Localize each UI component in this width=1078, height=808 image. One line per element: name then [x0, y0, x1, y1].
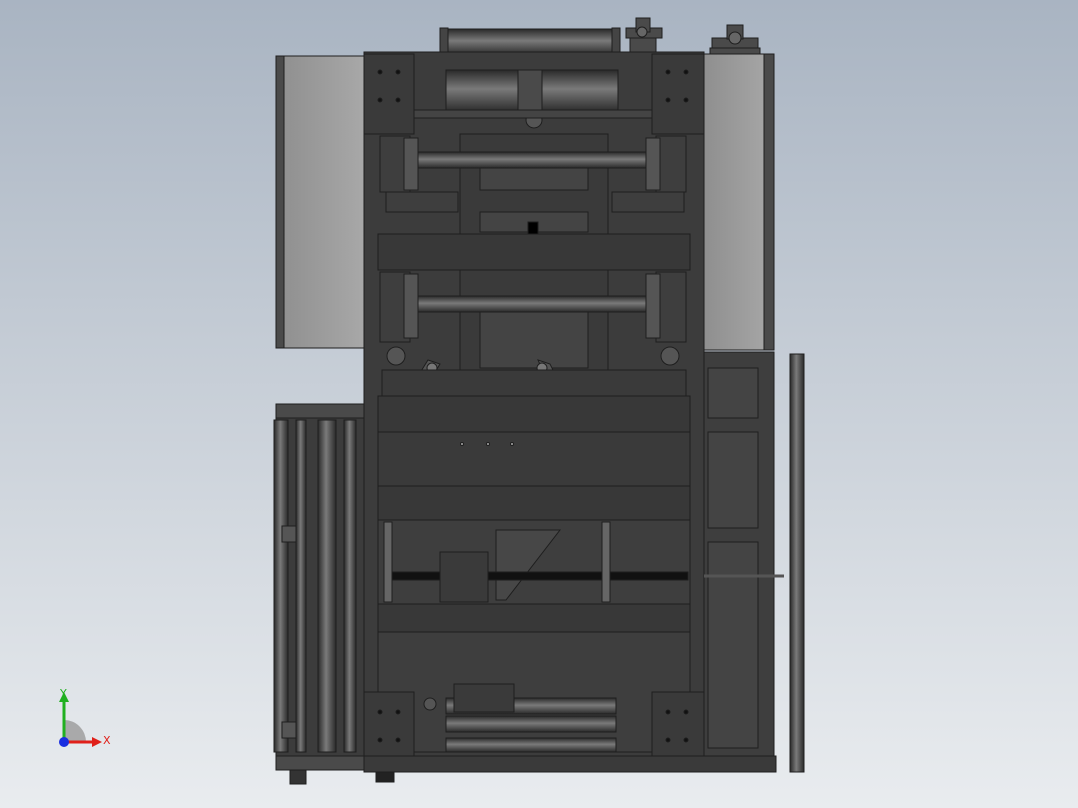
top-roller[interactable]: [443, 28, 617, 56]
corner-plate-top-right: [651, 53, 705, 135]
left-vertical-roller-3[interactable]: [317, 419, 337, 753]
bottom-motor[interactable]: [453, 683, 515, 713]
middle-bearing-left: [379, 271, 419, 343]
upper-mount-left: [385, 191, 459, 213]
x-axis-arrowhead: [92, 737, 102, 747]
bottom-roller-2[interactable]: [445, 715, 617, 733]
left-vertical-roller-4[interactable]: [343, 419, 357, 753]
left-vertical-roller-2[interactable]: [295, 419, 307, 753]
side-panel-right-upper-edge: [763, 53, 775, 351]
gear-right[interactable]: [660, 346, 680, 366]
side-panel-left-upper-edge: [275, 55, 285, 349]
left-module-foot: [289, 769, 307, 785]
upper-die-marker: [527, 221, 539, 235]
upper-shaft[interactable]: [383, 151, 685, 169]
graphics-viewport[interactable]: Y X: [0, 0, 1078, 808]
model-view[interactable]: [0, 0, 1078, 808]
right-vertical-rod[interactable]: [789, 353, 805, 773]
left-roller-module-bottom: [275, 755, 365, 771]
x-axis-label: X: [103, 734, 111, 747]
z-axis-dot: [59, 737, 69, 747]
left-module-clip-2: [281, 721, 297, 739]
beam-5: [377, 603, 691, 633]
right-cabinet-door-2[interactable]: [707, 431, 759, 529]
brush-bar[interactable]: [389, 571, 689, 581]
base-plate: [363, 755, 777, 773]
lower-carriage: [381, 369, 687, 397]
upper-bearing-left: [379, 135, 419, 193]
bottom-chamber: [377, 631, 691, 753]
guide-rod-left: [383, 521, 393, 603]
left-roller-module-top: [275, 403, 365, 419]
middle-die-plate: [479, 307, 589, 369]
guide-rod-right: [601, 521, 611, 603]
beam-3: [377, 431, 691, 487]
bottom-roller-3[interactable]: [445, 737, 617, 753]
right-cabinet-door-3[interactable]: [707, 541, 759, 749]
beam-2: [377, 395, 691, 433]
upper-mount-right: [611, 191, 685, 213]
top-crossbar: [413, 109, 653, 119]
corner-plate-top-left: [363, 53, 415, 135]
foot-left: [375, 771, 395, 783]
brush-carriage[interactable]: [439, 551, 489, 603]
middle-bearing-right: [645, 271, 687, 343]
gear-left[interactable]: [386, 346, 406, 366]
side-panel-right-upper[interactable]: [701, 53, 775, 351]
left-vertical-roller-1[interactable]: [273, 419, 289, 753]
beam-1: [377, 233, 691, 271]
right-cabinet-door-1[interactable]: [707, 367, 759, 419]
bottom-wheel[interactable]: [423, 697, 437, 711]
beam-4: [377, 485, 691, 521]
side-panel-left-upper[interactable]: [275, 55, 365, 349]
upper-bearing-right: [645, 135, 687, 193]
middle-shaft[interactable]: [383, 295, 685, 313]
y-axis-label: Y: [60, 687, 67, 700]
top-motor-clamp: [517, 69, 543, 113]
left-module-clip-1: [281, 525, 297, 543]
